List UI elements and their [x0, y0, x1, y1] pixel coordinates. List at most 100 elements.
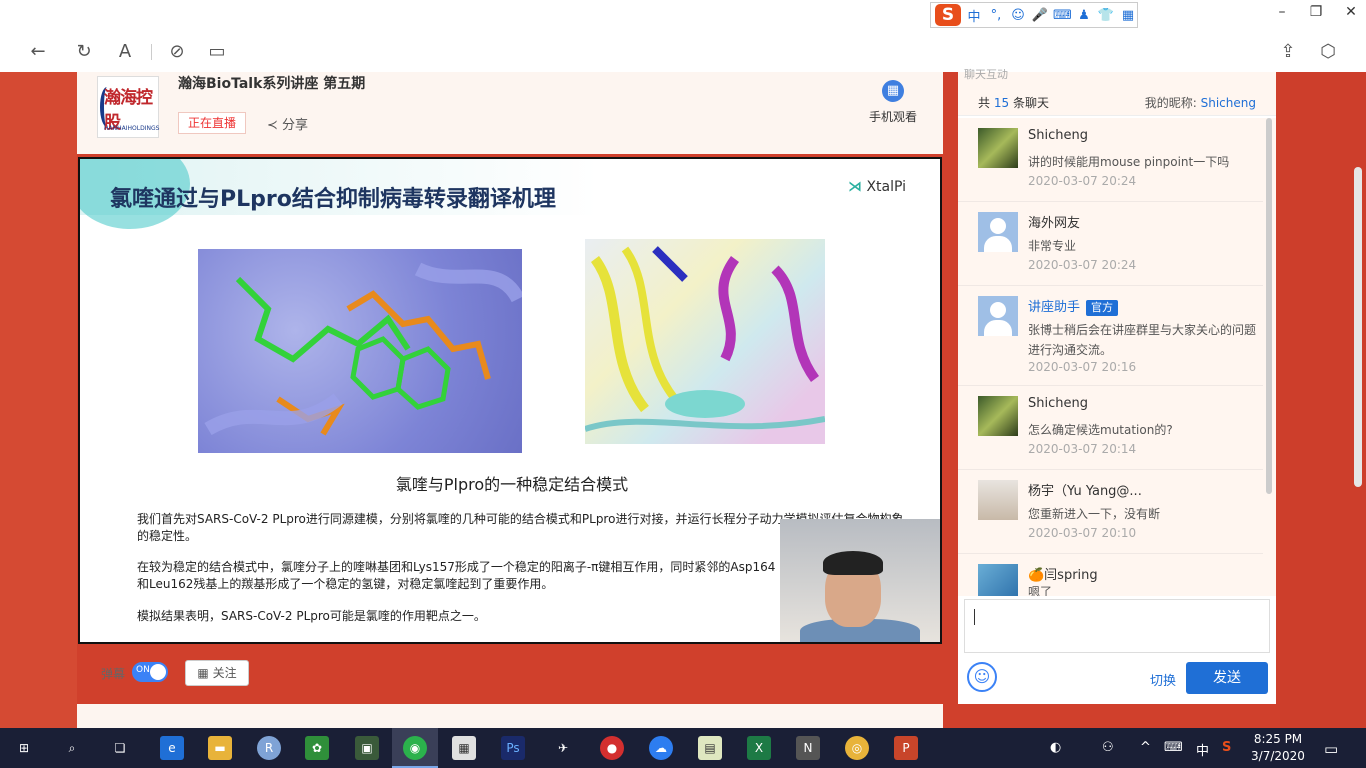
minimize-button[interactable]: –	[1267, 4, 1297, 20]
tray-app-icon[interactable]: ◐	[1050, 740, 1061, 755]
send-button[interactable]: 发送	[1186, 662, 1268, 694]
chat-panel: 聊天互动 共 15 条聊天 我的昵称: Shicheng Shicheng 讲的…	[958, 68, 1276, 704]
back-icon[interactable]: ←	[26, 40, 50, 64]
share-icon[interactable]: ⇪	[1276, 40, 1300, 64]
message-text: 嗯了	[1028, 585, 1053, 596]
toggle-knob	[150, 664, 166, 680]
close-button[interactable]: ✕	[1336, 4, 1366, 20]
chat-header: 聊天互动 共 15 条聊天 我的昵称: Shicheng	[958, 68, 1276, 116]
follow-button[interactable]: ▦ 关注	[185, 660, 249, 686]
lecture-title: 瀚海BioTalk系列讲座 第五期	[178, 76, 366, 92]
extension-icon[interactable]: ⬡	[1316, 40, 1340, 64]
official-tag: 官方	[1086, 300, 1119, 316]
avatar[interactable]	[978, 128, 1018, 168]
restore-button[interactable]: ❐	[1301, 4, 1331, 20]
toggle-label: ON	[136, 665, 150, 675]
powerpoint-icon[interactable]: P	[894, 736, 918, 760]
molecule-image-left	[198, 249, 525, 453]
nickname-value[interactable]: Shicheng	[1201, 96, 1256, 110]
keyboard-icon[interactable]: ⌨	[1164, 740, 1183, 755]
slide-title: 氯喹通过与PLpro结合抑制病毒转录翻译机理	[110, 187, 556, 212]
app-bird-icon[interactable]: ✈	[551, 736, 575, 760]
tab-icon[interactable]: ▭	[205, 40, 229, 64]
avatar[interactable]	[978, 480, 1018, 520]
message-author: Shicheng	[1028, 128, 1088, 143]
ime-toolbar[interactable]: S 中 °, ☺ 🎤 ⌨ ♟ 👕 ▦	[930, 2, 1138, 28]
chat-scrollbar[interactable]	[1266, 118, 1272, 494]
chat-message: Shicheng 讲的时候能用mouse pinpoint一下吗 2020-03…	[958, 118, 1263, 202]
nav-divider	[151, 44, 152, 60]
emoji-icon[interactable]: ☺	[967, 662, 997, 692]
start-icon[interactable]: ⊞	[12, 736, 36, 760]
search-icon[interactable]: ⌕	[60, 736, 84, 760]
taskview-icon[interactable]: ❏	[108, 736, 132, 760]
avatar[interactable]	[978, 564, 1018, 596]
chat-message-list[interactable]: Shicheng 讲的时候能用mouse pinpoint一下吗 2020-03…	[958, 118, 1276, 596]
chat-input[interactable]	[964, 599, 1270, 653]
qr-code-icon: ▦	[197, 666, 209, 680]
chat-message: 🍊闫spring 嗯了	[958, 554, 1263, 596]
mobile-view-label: 手机观看	[868, 110, 917, 124]
live-badge: 正在直播	[178, 112, 246, 134]
sogou-tray-icon[interactable]: S	[1222, 740, 1231, 755]
chat-message: 海外网友 非常专业 2020-03-07 20:24	[958, 202, 1263, 286]
keyboard-icon[interactable]: ⌨	[1053, 8, 1072, 23]
app-red-icon[interactable]: ●	[600, 736, 624, 760]
avatar[interactable]	[978, 212, 1018, 252]
app-green-icon[interactable]: ✿	[305, 736, 329, 760]
message-time: 2020-03-07 20:24	[1028, 258, 1137, 272]
xtalpi-brand: XtalPi	[866, 179, 907, 195]
chat-total-prefix: 共	[978, 96, 991, 110]
reader-icon[interactable]: A	[113, 40, 137, 64]
photoshop-icon[interactable]: Ps	[501, 736, 525, 760]
message-author: 🍊闫spring	[1028, 568, 1098, 583]
chat-message: 讲座助手 官方 张博士稍后会在讲座群里与大家关心的问题进行沟通交流。 2020-0…	[958, 286, 1263, 386]
taskbar-clock[interactable]: 8:25 PM 3/7/2020	[1248, 731, 1308, 765]
ime-lang[interactable]: 中	[965, 6, 983, 25]
share-icon: ≺	[267, 118, 278, 133]
page-scrollbar[interactable]	[1354, 167, 1362, 487]
mic-icon[interactable]: 🎤	[1031, 8, 1049, 23]
grid-icon[interactable]: ▦	[1119, 8, 1137, 23]
excel-icon[interactable]: X	[747, 736, 771, 760]
speaker-video[interactable]	[780, 519, 940, 642]
person-icon[interactable]: ♟	[1075, 8, 1093, 23]
chat-message: 杨宇（Yu Yang@... 您重新进入一下，没有断 2020-03-07 20…	[958, 470, 1263, 554]
mobile-view-button[interactable]: ▦ 手机观看	[863, 80, 923, 125]
avatar[interactable]	[978, 296, 1018, 336]
refresh-icon[interactable]: ↻	[72, 40, 96, 64]
chrome-icon[interactable]: ◎	[845, 736, 869, 760]
share-button[interactable]: ≺ 分享	[267, 114, 308, 133]
notification-icon[interactable]: ▭	[1324, 740, 1338, 758]
tray-expand-icon[interactable]: ^	[1140, 740, 1151, 755]
message-time: 2020-03-07 20:24	[1028, 174, 1137, 188]
sogou-logo-icon[interactable]: S	[935, 4, 961, 26]
nih-icon[interactable]: N	[796, 736, 820, 760]
baidu-icon[interactable]: ☁	[649, 736, 673, 760]
ime-indicator[interactable]: 中	[1196, 740, 1209, 759]
link-icon[interactable]: ⊘	[165, 40, 189, 64]
skin-icon[interactable]: 👕	[1097, 8, 1115, 23]
danmu-toggle[interactable]: ON	[132, 662, 168, 682]
message-author: 海外网友	[1028, 216, 1081, 231]
explorer-icon[interactable]: ▬	[208, 736, 232, 760]
chat-total-suffix: 条聊天	[1012, 96, 1049, 110]
my-nickname: 我的昵称: Shicheng	[1145, 94, 1256, 111]
chat-total-count: 15	[993, 96, 1010, 110]
edge-icon[interactable]: e	[160, 736, 184, 760]
people-icon[interactable]: ⚇	[1102, 740, 1114, 755]
ime-punct[interactable]: °,	[987, 8, 1005, 23]
r-icon[interactable]: R	[257, 736, 281, 760]
slide-caption: 氯喹与Plpro的一种稳定结合模式	[395, 475, 629, 494]
smile-icon[interactable]: ☺	[1009, 8, 1027, 23]
app-chart-icon[interactable]: ▤	[698, 736, 722, 760]
message-text: 张博士稍后会在讲座群里与大家关心的问题进行沟通交流。	[1028, 323, 1257, 357]
danmu-label: 弹幕	[101, 667, 126, 681]
message-time: 2020-03-07 20:16	[1028, 360, 1137, 374]
switch-button[interactable]: 切换	[1150, 670, 1176, 689]
store-icon[interactable]: ▦	[452, 736, 476, 760]
wechat-icon[interactable]: ◉	[403, 736, 427, 760]
avatar[interactable]	[978, 396, 1018, 436]
app-lock-icon[interactable]: ▣	[355, 736, 379, 760]
message-text: 非常专业	[1028, 239, 1077, 253]
